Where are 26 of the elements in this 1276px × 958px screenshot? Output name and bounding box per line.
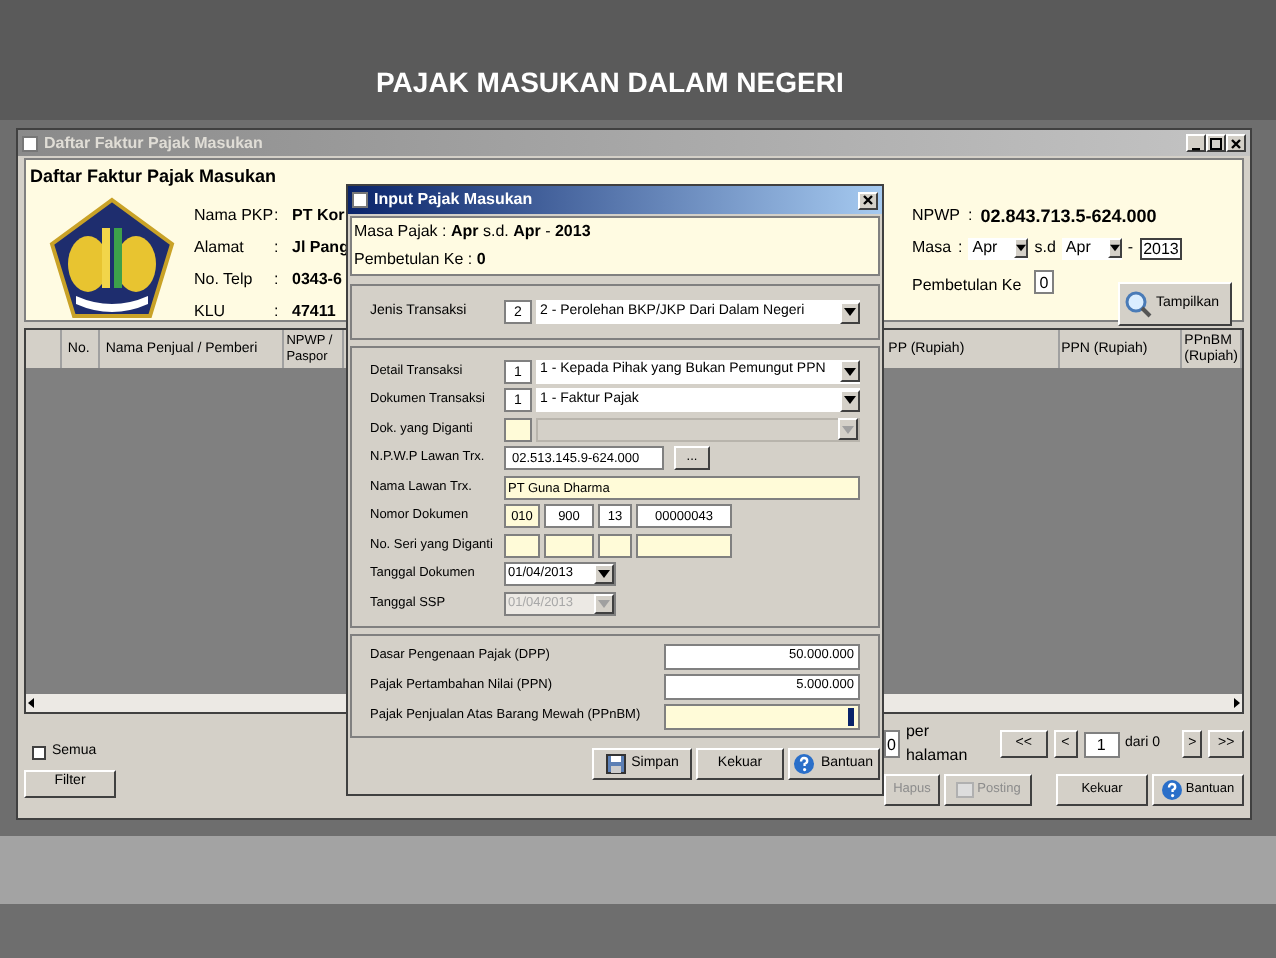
window-title: Daftar Faktur Pajak Masukan	[44, 131, 263, 155]
separator: -	[1127, 236, 1134, 260]
field-label: No. Telp	[194, 267, 255, 291]
field-value: 0343-6	[292, 267, 344, 291]
colon: :	[274, 203, 281, 227]
field-value: PT Kor	[292, 203, 347, 227]
field-label: Masa	[912, 236, 952, 260]
npwp-value: 02.843.713.5-624.000	[980, 203, 1157, 229]
field-label: NPWP	[912, 203, 960, 227]
dialog-title: Input Pajak Masukan	[374, 188, 533, 212]
period-text: Masa Pajak : Apr s.d. Apr - 2013	[354, 220, 593, 244]
field-label: Pembetulan Ke	[912, 274, 1022, 298]
colon: :	[274, 235, 281, 259]
colon: :	[968, 203, 973, 227]
colon: :	[274, 267, 281, 291]
colon: :	[958, 236, 963, 260]
page-size-label: per halaman	[905, 720, 970, 768]
range-label: s.d	[1034, 236, 1056, 260]
panel-heading: Daftar Faktur Pajak Masukan	[30, 164, 279, 190]
field-label: KLU	[194, 299, 228, 323]
revision-text: Pembetulan Ke : 0	[354, 248, 488, 272]
field-value: 47411	[292, 299, 338, 323]
colon: :	[274, 299, 281, 323]
field-label: Nama PKP	[194, 203, 274, 227]
field-label: Alamat	[194, 235, 246, 259]
slide-title: PAJAK MASUKAN DALAM NEGERI	[376, 64, 844, 102]
